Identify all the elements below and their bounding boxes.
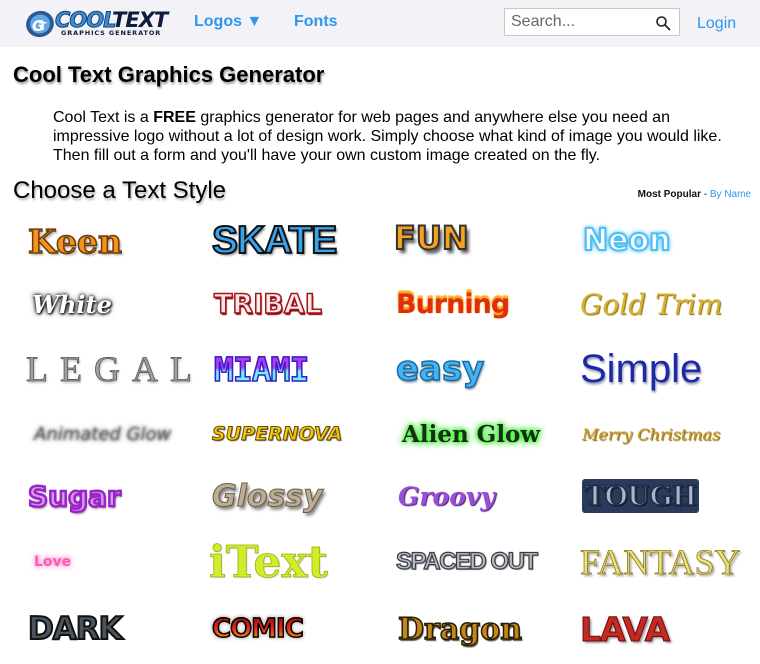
style-dark[interactable]: DARK [27,598,206,660]
style-love-label: Love [34,554,72,570]
style-neon-label: Neon [582,222,671,259]
nav-logos-dropdown[interactable]: Logos ▼ [194,13,262,31]
svg-text:T: T [39,20,47,33]
cooltext-logo[interactable]: G T COOLTEXT GRAPHICS GENERATOR [24,8,168,40]
style-lava[interactable]: LAVA [579,598,758,660]
style-spaced-out-label: SPACED OUT [395,547,538,575]
style-skate[interactable]: SKATE [211,210,390,272]
style-keen[interactable]: Keen [27,210,206,272]
style-glossy[interactable]: Glossy [212,465,390,527]
style-fun[interactable]: FUN [393,207,572,269]
style-animated-glow-label: Animated Glow [34,423,172,445]
style-easy[interactable]: easy [395,338,574,400]
style-simple[interactable]: Simple [580,338,758,400]
page-title: Cool Text Graphics Generator [13,62,325,87]
sort-options: Most Popular - By Name [638,189,751,200]
logo-tagline: GRAPHICS GENERATOR [61,29,162,37]
style-comic[interactable]: COMIC [211,598,390,660]
style-supernova-label: SUPERNOVA [211,423,343,446]
style-supernova[interactable]: SUPERNOVA [211,403,390,465]
style-burning[interactable]: Burning [396,273,574,335]
intro-paragraph: Cool Text is a FREE graphics generator f… [53,108,733,165]
style-lava-label: LAVA [579,609,670,649]
style-spaced-out[interactable]: SPACED OUT [395,531,574,593]
style-fantasy-label: FANTASY [580,542,741,583]
style-neon[interactable]: Neon [582,209,760,271]
style-legal-label: LEGAL [26,349,204,390]
style-fun-label: FUN [393,218,470,258]
style-gold-trim[interactable]: Gold Trim [580,273,758,335]
style-white[interactable]: White [32,273,210,335]
sort-by-name-link[interactable]: By Name [710,189,751,200]
style-dragon[interactable]: Dragon [397,598,576,660]
style-tough-label: TOUGH [582,478,700,513]
style-tough[interactable]: TOUGH [582,465,760,527]
search-icon[interactable] [655,15,671,31]
style-groovy[interactable]: Groovy [398,465,576,527]
intro-free-emphasis: FREE [153,109,196,126]
style-sugar[interactable]: Sugar [27,465,206,527]
style-skate-label: SKATE [211,218,338,263]
logo-wordmark: COOLTEXT [54,9,168,32]
sort-most-popular: Most Popular [637,189,701,200]
section-title: Choose a Text Style [13,177,227,204]
ct-logo-mark-icon: G T [26,10,54,38]
style-easy-label: easy [395,348,485,390]
style-fantasy[interactable]: FANTASY [580,531,758,593]
style-tribal[interactable]: TRIBAL [213,273,392,335]
style-itext[interactable]: iText [209,531,387,593]
style-keen-label: Keen [27,221,122,262]
style-dragon-label: Dragon [397,611,523,648]
style-merry-christmas-label: Merry Christmas [582,424,721,444]
search-input[interactable] [505,9,651,35]
top-navigation-bar: G T COOLTEXT GRAPHICS GENERATOR Logos ▼ … [0,0,760,47]
style-miami[interactable]: MIAMI [213,338,392,400]
style-love[interactable]: Love [34,531,212,593]
style-groovy-label: Groovy [398,481,495,511]
style-burning-label: Burning [396,288,510,320]
intro-text-start: Cool Text is a [53,109,154,126]
style-legal[interactable]: LEGAL [26,338,204,400]
style-sugar-label: Sugar [27,478,122,514]
style-tribal-label: TRIBAL [213,288,322,321]
style-miami-label: MIAMI [213,349,310,390]
style-itext-label: iText [209,536,329,588]
sort-separator: - [700,189,710,200]
style-white-label: White [32,289,112,319]
style-comic-label: COMIC [211,613,304,645]
login-link[interactable]: Login [697,15,736,33]
style-simple-label: Simple [580,346,703,391]
style-merry-christmas[interactable]: Merry Christmas [582,403,760,465]
style-dark-label: DARK [27,610,124,648]
search-box [504,8,680,36]
style-gold-trim-label: Gold Trim [580,287,723,321]
style-glossy-label: Glossy [212,478,324,514]
style-animated-glow[interactable]: Animated Glow [34,403,212,465]
nav-fonts[interactable]: Fonts [294,13,338,31]
style-alien-glow-label: Alien Glow [402,420,541,448]
style-alien-glow[interactable]: Alien Glow [402,403,580,465]
